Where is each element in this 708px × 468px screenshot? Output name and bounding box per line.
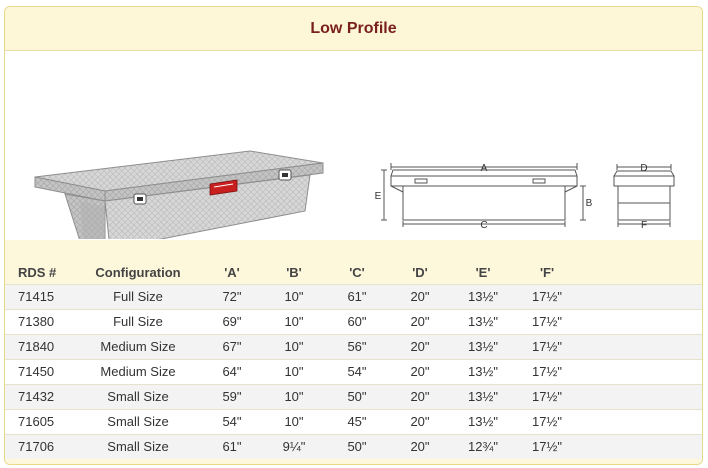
cell-dimension-b: 10"	[263, 333, 325, 359]
table-header-row: RDS # Configuration 'A' 'B' 'C' 'D' 'E' …	[5, 240, 702, 284]
cell-dimension-f: 17½"	[515, 283, 579, 309]
cell-spacer	[579, 358, 702, 384]
specs-table-area: RDS # Configuration 'A' 'B' 'C' 'D' 'E' …	[5, 240, 702, 464]
cell-dimension-a: 59"	[201, 383, 263, 409]
cell-dimension-f: 17½"	[515, 383, 579, 409]
cell-rds-number: 71450	[5, 358, 75, 384]
column-header-e: 'E'	[451, 240, 515, 284]
cell-dimension-b: 10"	[263, 308, 325, 334]
cell-dimension-a: 64"	[201, 358, 263, 384]
cell-dimension-e: 12¾"	[451, 433, 515, 459]
table-row: 71450 Medium Size 64" 10" 54" 20" 13½" 17½"	[5, 358, 702, 384]
column-header-spacer	[579, 240, 702, 284]
specs-table: RDS # Configuration 'A' 'B' 'C' 'D' 'E' …	[5, 240, 702, 459]
cell-dimension-e: 13½"	[451, 408, 515, 434]
column-header-a: 'A'	[201, 240, 263, 284]
cell-dimension-c: 60"	[325, 308, 389, 334]
cell-dimension-e: 13½"	[451, 308, 515, 334]
toolbox-figures: A C E B D F	[34, 150, 675, 239]
cell-dimension-b: 10"	[263, 358, 325, 384]
cell-dimension-d: 20"	[389, 333, 451, 359]
column-header-f: 'F'	[515, 240, 579, 284]
cell-dimension-b: 10"	[263, 383, 325, 409]
cell-rds-number: 71432	[5, 383, 75, 409]
dimension-label-a: A	[481, 163, 488, 174]
cell-spacer	[579, 433, 702, 459]
toolbox-illustration	[34, 150, 324, 239]
page-title: Low Profile	[310, 19, 397, 37]
cell-configuration: Full Size	[75, 283, 201, 309]
cell-dimension-c: 56"	[325, 333, 389, 359]
cell-spacer	[579, 408, 702, 434]
cell-rds-number: 71706	[5, 433, 75, 459]
cell-dimension-d: 20"	[389, 283, 451, 309]
column-header-rds: RDS #	[5, 240, 75, 284]
cell-dimension-c: 50"	[325, 383, 389, 409]
cell-configuration: Small Size	[75, 383, 201, 409]
column-header-d: 'D'	[389, 240, 451, 284]
cell-dimension-c: 54"	[325, 358, 389, 384]
table-row: 71432 Small Size 59" 10" 50" 20" 13½" 17½"	[5, 383, 702, 409]
cell-dimension-e: 13½"	[451, 333, 515, 359]
cell-dimension-a: 69"	[201, 308, 263, 334]
cell-rds-number: 71605	[5, 408, 75, 434]
cell-dimension-e: 13½"	[451, 383, 515, 409]
cell-dimension-a: 54"	[201, 408, 263, 434]
cell-dimension-a: 72"	[201, 283, 263, 309]
dimension-label-b: B	[586, 198, 593, 209]
column-header-b: 'B'	[263, 240, 325, 284]
product-card: Low Profile A C E B D F RDS # Configurat…	[4, 6, 703, 465]
cell-dimension-e: 13½"	[451, 283, 515, 309]
dimension-label-e: E	[375, 191, 382, 202]
dimension-label-f: F	[641, 220, 647, 231]
cell-dimension-c: 45"	[325, 408, 389, 434]
cell-dimension-a: 67"	[201, 333, 263, 359]
cell-rds-number: 71840	[5, 333, 75, 359]
table-row: 71605 Small Size 54" 10" 45" 20" 13½" 17½"	[5, 408, 702, 434]
cell-dimension-b: 9¼"	[263, 433, 325, 459]
cell-dimension-e: 13½"	[451, 358, 515, 384]
cell-dimension-f: 17½"	[515, 358, 579, 384]
cell-configuration: Medium Size	[75, 333, 201, 359]
table-row: 71380 Full Size 69" 10" 60" 20" 13½" 17½"	[5, 308, 702, 334]
dimension-label-d: D	[640, 163, 647, 174]
cell-configuration: Small Size	[75, 433, 201, 459]
cell-dimension-c: 50"	[325, 433, 389, 459]
cell-dimension-f: 17½"	[515, 333, 579, 359]
dimension-label-c: C	[480, 220, 487, 231]
cell-spacer	[579, 308, 702, 334]
cell-rds-number: 71415	[5, 283, 75, 309]
card-header: Low Profile	[5, 7, 702, 51]
cell-spacer	[579, 283, 702, 309]
cell-dimension-c: 61"	[325, 283, 389, 309]
cell-rds-number: 71380	[5, 308, 75, 334]
cell-dimension-d: 20"	[389, 433, 451, 459]
cell-spacer	[579, 333, 702, 359]
cell-dimension-b: 10"	[263, 283, 325, 309]
cell-dimension-a: 61"	[201, 433, 263, 459]
cell-dimension-f: 17½"	[515, 308, 579, 334]
table-row: 71840 Medium Size 67" 10" 56" 20" 13½" 17½"	[5, 333, 702, 359]
cell-dimension-d: 20"	[389, 358, 451, 384]
cell-dimension-d: 20"	[389, 383, 451, 409]
cell-dimension-d: 20"	[389, 308, 451, 334]
cell-dimension-f: 17½"	[515, 433, 579, 459]
column-header-configuration: Configuration	[75, 240, 201, 284]
figure-area: A C E B D F	[5, 51, 702, 239]
table-row: 71415 Full Size 72" 10" 61" 20" 13½" 17½"	[5, 283, 702, 309]
cell-dimension-b: 10"	[263, 408, 325, 434]
cell-configuration: Small Size	[75, 408, 201, 434]
table-row: 71706 Small Size 61" 9¼" 50" 20" 12¾" 17½"	[5, 433, 702, 459]
cell-dimension-f: 17½"	[515, 408, 579, 434]
cell-dimension-d: 20"	[389, 408, 451, 434]
cell-spacer	[579, 383, 702, 409]
column-header-c: 'C'	[325, 240, 389, 284]
cell-configuration: Medium Size	[75, 358, 201, 384]
cell-configuration: Full Size	[75, 308, 201, 334]
